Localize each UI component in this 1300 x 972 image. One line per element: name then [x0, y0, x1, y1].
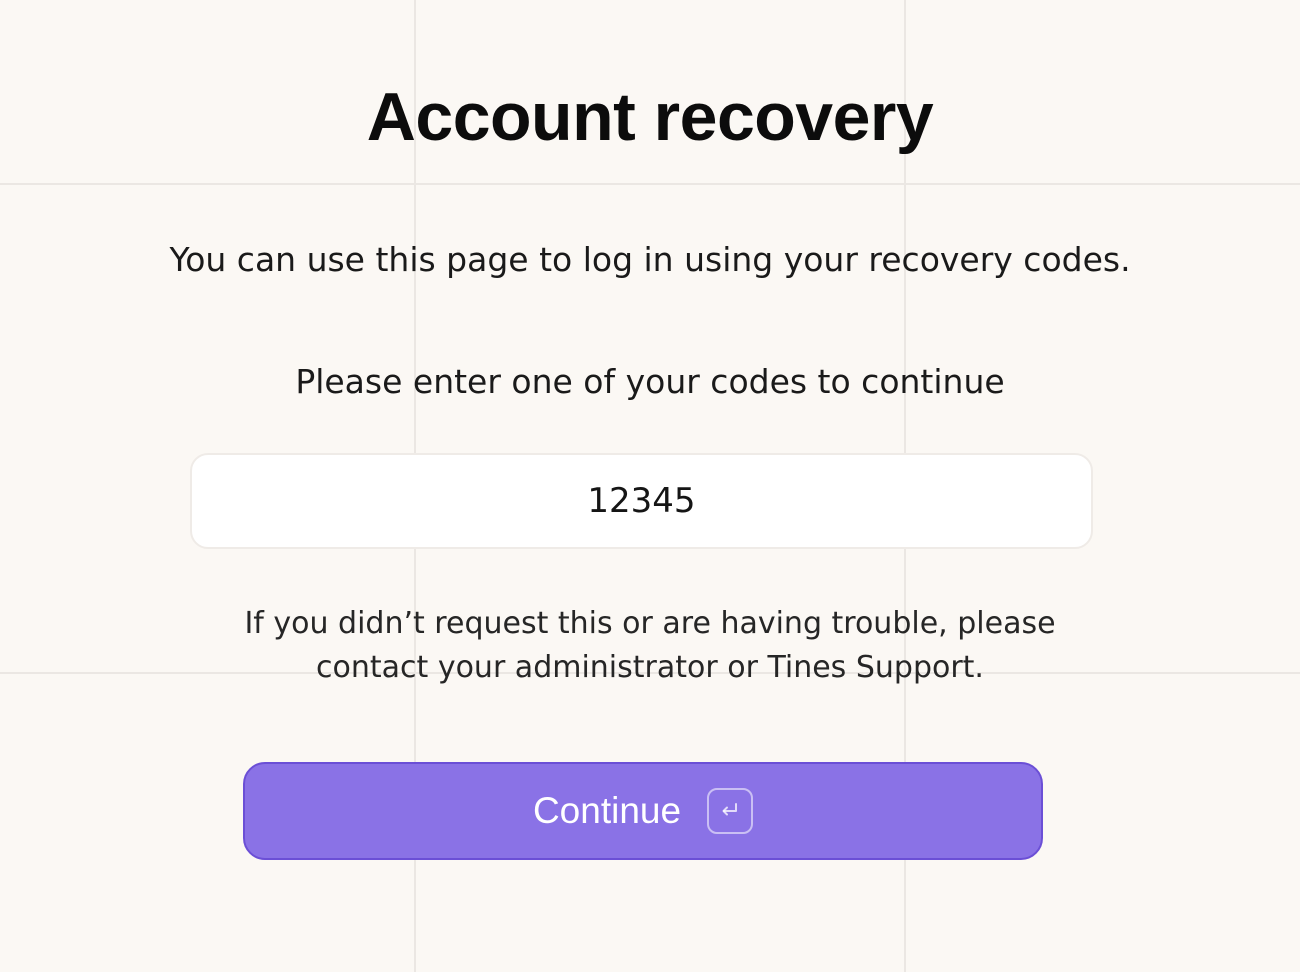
recovery-code-input[interactable]	[190, 453, 1093, 549]
continue-button-label: Continue	[532, 790, 682, 831]
help-text: If you didn’t request this or are having…	[160, 602, 1140, 690]
recovery-panel: Account recovery You can use this page t…	[0, 0, 1300, 972]
page-title: Account recovery	[366, 79, 934, 155]
help-text-line-2: contact your administrator or Tines Supp…	[316, 650, 984, 685]
enter-key-icon	[707, 788, 754, 834]
page-subtitle: You can use this page to log in using yo…	[169, 240, 1131, 279]
continue-button[interactable]: Continue	[243, 762, 1043, 860]
code-prompt: Please enter one of your codes to contin…	[295, 362, 1005, 401]
help-text-line-1: If you didn’t request this or are having…	[244, 606, 1056, 641]
